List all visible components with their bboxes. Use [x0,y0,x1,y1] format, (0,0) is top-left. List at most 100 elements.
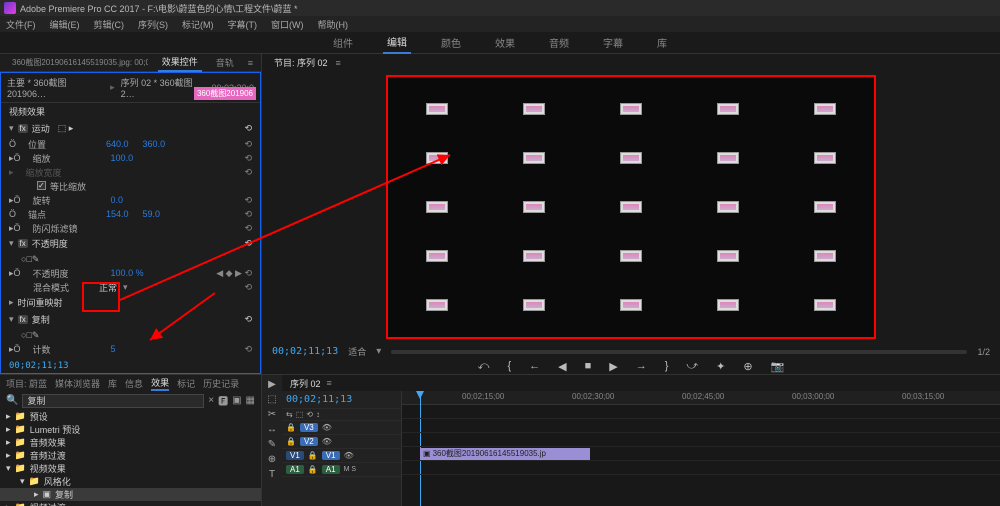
export-frame-icon[interactable]: 📷 [771,360,785,373]
proj-tab-lib[interactable]: 库 [108,377,117,390]
step-back-icon[interactable]: ← [529,360,540,373]
tl-marker-icon[interactable]: ⟲ [306,410,313,419]
tree-item[interactable]: ▸📁音频效果 [0,436,261,449]
pos-y[interactable]: 360.0 [143,139,166,149]
ws-editing[interactable]: 编辑 [383,31,411,54]
ws-libraries[interactable]: 库 [653,32,671,53]
mask-pen-icon[interactable]: ✎ [32,254,40,265]
tree-item[interactable]: ▸📁预设 [0,410,261,423]
proj-tab-markers[interactable]: 标记 [177,377,195,390]
go-in-icon[interactable]: { [507,360,511,373]
time-remap-fx[interactable]: 时间重映射 [18,296,63,309]
tree-item[interactable]: ▾📁风格化 [0,475,261,488]
mark-out-icon[interactable]: ⤻ [686,360,698,373]
lock-icon[interactable]: 🔒 [286,437,296,446]
fx-badge-icon[interactable]: 🅵 [218,393,228,408]
pen-tool-icon[interactable]: ⊕ [268,454,276,465]
scale-val[interactable]: 100.0 [111,153,134,163]
type-tool-icon[interactable]: T [269,469,275,480]
time-ruler[interactable]: 00;02;15;0000;02;30;0000;02;45;0000;03;0… [402,391,1000,405]
lock-icon[interactable]: 🔒 [308,465,318,474]
ws-audio[interactable]: 音频 [545,32,573,53]
anchor-x[interactable]: 154.0 [106,209,129,219]
zoom-fit[interactable]: 适合 [348,345,366,358]
uniform-scale-checkbox[interactable] [37,181,46,190]
stopwatch-icon[interactable]: Ö [9,139,16,149]
menu-marker[interactable]: 标记(M) [182,18,214,31]
source-tab-label[interactable]: 360截图20190616145519035.jpg: 00;02;11;13 [8,55,148,70]
tree-item[interactable]: ▸📁音频过渡 [0,449,261,462]
stop-icon[interactable]: ■ [585,360,592,373]
lock-icon[interactable]: 🔒 [308,451,318,460]
scrub-bar[interactable] [391,350,967,354]
selection-tool-icon[interactable]: ▶ [268,379,276,390]
program-timecode[interactable]: 00;02;11;13 [272,346,338,357]
tl-link-icon[interactable]: ⬚ [296,410,304,419]
menu-title[interactable]: 字幕(T) [228,18,258,31]
anchor-y[interactable]: 59.0 [143,209,161,219]
ripple-tool-icon[interactable]: ✂ [268,409,276,420]
timeline-timecode[interactable]: 00;02;11;13 [286,394,352,405]
menu-window[interactable]: 窗口(W) [271,18,304,31]
timeline-tracks[interactable]: 00;02;15;0000;02;30;0000;02;45;0000;03;0… [402,391,1000,506]
replicate-fx[interactable]: 复制 [32,313,50,326]
program-tab[interactable]: 节目: 序列 02 [272,54,330,71]
sequence-tab[interactable]: 序列 02 [290,377,321,390]
extract-icon[interactable]: ⊕ [743,360,752,373]
resolution-half[interactable]: 1/2 [977,347,990,357]
opacity-fx[interactable]: 不透明度 [32,237,68,250]
ws-assembly[interactable]: 组件 [329,32,357,53]
tree-item[interactable]: ▾📁视频效果 [0,462,261,475]
pos-x[interactable]: 640.0 [106,139,129,149]
menu-file[interactable]: 文件(F) [6,18,36,31]
ws-color[interactable]: 颜色 [437,32,465,53]
play-back-icon[interactable]: ◀ [558,360,566,373]
lock-icon[interactable]: 🔒 [286,423,296,432]
lift-icon[interactable]: ✦ [716,360,725,373]
ws-effects[interactable]: 效果 [491,32,519,53]
tree-item[interactable]: ▸📁视频过渡 [0,501,261,506]
menu-clip[interactable]: 剪辑(C) [94,18,125,31]
rot-val[interactable]: 0.0 [111,195,124,205]
mask-pen-icon-2[interactable]: ✎ [32,330,40,341]
step-fwd-icon[interactable]: → [636,360,647,373]
proj-tab-history[interactable]: 历史记录 [203,377,239,390]
audio-ms-label[interactable]: M S [344,466,356,473]
video-clip[interactable]: ▣360截图20190616145519035.jp [420,448,590,460]
menu-edit[interactable]: 编辑(E) [50,18,80,31]
proj-tab-project[interactable]: 项目: 蔚蓝 [6,377,47,390]
tl-settings-icon[interactable]: ↕ [316,410,320,419]
proj-tab-effects[interactable]: 效果 [151,376,169,391]
proj-tab-media[interactable]: 媒体浏览器 [55,377,100,390]
go-out-icon[interactable]: } [665,360,669,373]
proj-tab-info[interactable]: 信息 [125,377,143,390]
tl-snap-icon[interactable]: ⇆ [286,410,293,419]
razor-tool-icon[interactable]: ↔ [267,424,277,435]
yuv-icon[interactable]: ▦ [246,395,255,406]
track-v2[interactable]: V2 [300,437,318,446]
effect-controls-tab[interactable]: 效果控件 [158,53,202,72]
master-clip-label[interactable]: 主要 * 360截图201906… [7,76,104,99]
tree-item[interactable]: ▸📁Lumetri 预设 [0,423,261,436]
clear-search-icon[interactable]: × [208,395,214,406]
panel-menu-icon[interactable]: ≡ [248,58,253,68]
opacity-val[interactable]: 100.0 % [111,268,144,278]
play-icon[interactable]: ▶ [609,360,617,373]
motion-fx[interactable]: 运动 [32,122,50,135]
accel-icon[interactable]: ▣ [232,395,241,406]
track-a1[interactable]: A1 [322,465,340,474]
tree-item[interactable]: ▸▣复制 [0,488,261,501]
track-select-tool-icon[interactable]: ⬚ [267,394,276,405]
track-v3[interactable]: V3 [300,423,318,432]
ws-titles[interactable]: 字幕 [599,32,627,53]
menu-sequence[interactable]: 序列(S) [138,18,168,31]
count-val[interactable]: 5 [111,344,116,354]
effects-search-input[interactable] [22,394,204,408]
mark-in-icon[interactable]: ⤺ [478,360,490,373]
seq-clip-label[interactable]: 序列 02 * 360截图2… [121,76,206,99]
audio-track-tab[interactable]: 音轨 [212,54,238,71]
slip-tool-icon[interactable]: ✎ [268,439,276,450]
program-monitor[interactable] [386,75,876,339]
track-v1[interactable]: V1 [322,451,340,460]
panel-menu-icon[interactable]: ≡ [336,58,341,68]
